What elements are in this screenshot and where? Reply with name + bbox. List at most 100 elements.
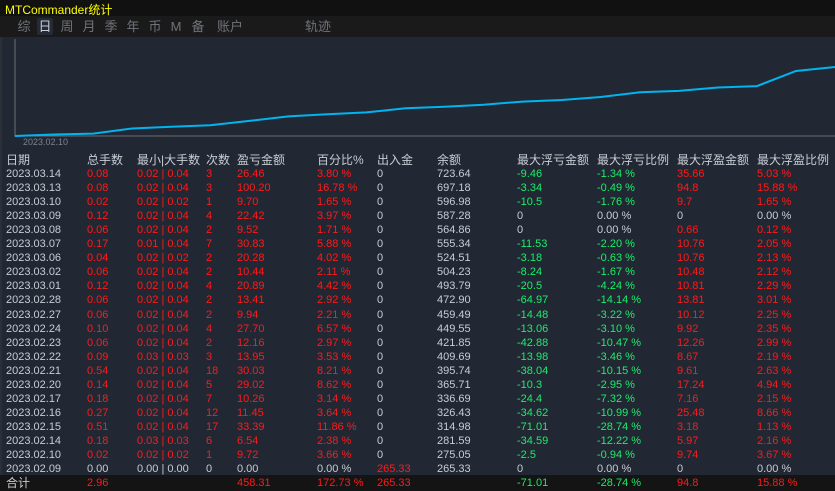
cell: -8.24: [517, 266, 543, 279]
table-row[interactable]: 2023.02.27 0.06 0.02 | 0.04 2 9.94 2.21 % 0 459…: [0, 308, 835, 322]
cell: 2023.03.01: [6, 280, 62, 293]
column-header[interactable]: 最大浮亏金额: [517, 153, 589, 167]
cell: 421.85: [437, 336, 471, 349]
table-header: 日期 总手数 最小|大手数 次数 盈亏金额 百分比% 出入金 余额 最大浮亏金额 最大浮亏比例 最大…: [0, 153, 835, 167]
cell: -0.63 %: [597, 252, 635, 265]
tab-8[interactable]: 备: [191, 18, 205, 35]
cell: 0.02 | 0.04: [137, 364, 189, 377]
table-row[interactable]: 2023.02.14 0.18 0.03 | 0.03 6 6.54 2.38 % 0 281…: [0, 434, 835, 448]
tab-5[interactable]: 年: [126, 18, 140, 35]
tab-9[interactable]: 账户: [216, 18, 244, 35]
cell: 0: [377, 238, 384, 251]
table-row[interactable]: 2023.02.23 0.06 0.02 | 0.04 2 12.16 2.97 % 0 42…: [0, 336, 835, 350]
cell: 2: [206, 336, 213, 349]
cell: 0.02 | 0.02: [137, 252, 189, 265]
tab-10[interactable]: 轨迹: [304, 18, 332, 35]
tab-2[interactable]: 周: [60, 18, 74, 35]
table-row[interactable]: 2023.02.28 0.06 0.02 | 0.04 2 13.41 2.92 % 0 47…: [0, 293, 835, 307]
table-row[interactable]: 2023.02.10 0.02 0.02 | 0.02 1 9.72 3.66 % 0 275…: [0, 448, 835, 462]
cell: 5.03 %: [757, 168, 792, 180]
column-header[interactable]: 总手数: [87, 153, 123, 167]
cell: 0.00 %: [757, 210, 792, 223]
cell: 0: [517, 210, 524, 223]
table-row[interactable]: 2023.03.10 0.02 0.02 | 0.02 1 9.70 1.65 % 0 596…: [0, 195, 835, 209]
cell: 0.12 %: [757, 224, 792, 237]
table-row[interactable]: 2023.02.09 0.00 0.00 | 0.00 0 0.00 0.00 % 265.…: [0, 462, 835, 476]
table-row[interactable]: 2023.02.17 0.18 0.02 | 0.04 7 10.26 3.14 % 0 33…: [0, 392, 835, 406]
tab-1[interactable]: 日: [37, 18, 53, 35]
cell: -10.5: [517, 196, 543, 209]
column-header[interactable]: 百分比%: [317, 153, 364, 167]
column-header[interactable]: 最大浮亏比例: [597, 153, 669, 167]
table-row[interactable]: 2023.03.08 0.06 0.02 | 0.04 2 9.52 1.71 % 0 564…: [0, 223, 835, 237]
table-row[interactable]: 2023.03.02 0.06 0.02 | 0.04 2 10.44 2.11 % 0 50…: [0, 265, 835, 279]
table-row[interactable]: 2023.02.15 0.51 0.02 | 0.04 17 33.39 11.86 % 0…: [0, 420, 835, 434]
cell: 504.23: [437, 266, 471, 279]
cell: 0: [377, 364, 384, 377]
balance-point: [600, 96, 602, 98]
table-row[interactable]: 2023.03.09 0.12 0.02 | 0.04 4 22.42 3.97 % 0 58…: [0, 209, 835, 223]
cell: 365.71: [437, 378, 471, 391]
cell: 2.35 %: [757, 322, 792, 335]
table-row[interactable]: 2023.03.07 0.17 0.01 | 0.04 7 30.83 5.88 % 0 55…: [0, 237, 835, 251]
table-row[interactable]: 2023.03.14 0.08 0.02 | 0.04 3 26.46 3.80 % 0 72…: [0, 167, 835, 181]
column-header[interactable]: 出入金: [377, 153, 413, 167]
cell: 0.17: [87, 238, 109, 251]
table-row[interactable]: 2023.03.13 0.08 0.02 | 0.04 3 100.20 16.78 % 0…: [0, 181, 835, 195]
cell: 314.98: [437, 420, 471, 433]
cell: 8.62 %: [317, 378, 352, 391]
cell: 0.00 %: [317, 463, 352, 476]
table-row[interactable]: 2023.02.22 0.09 0.03 | 0.03 3 13.95 3.53 % 0 40…: [0, 350, 835, 364]
cell: 0: [517, 224, 524, 237]
cell: 11.86 %: [317, 420, 357, 433]
cell: 0: [377, 378, 384, 391]
table-row[interactable]: 2023.02.16 0.27 0.02 | 0.04 12 11.45 3.64 % 0 3…: [0, 406, 835, 420]
cell: 7: [206, 238, 213, 251]
column-header[interactable]: 最大浮盈比例: [757, 153, 829, 167]
column-header[interactable]: 最大浮盈金额: [677, 153, 749, 167]
tab-4[interactable]: 季: [104, 18, 118, 35]
cell: 10.48: [677, 266, 705, 279]
column-header[interactable]: 日期: [6, 153, 30, 167]
column-header[interactable]: 次数: [206, 153, 230, 167]
cell: 0.02 | 0.04: [137, 280, 189, 293]
cell: 12: [206, 406, 219, 419]
cell: 9.61: [677, 364, 699, 377]
cell: -2.20 %: [597, 238, 635, 251]
column-header[interactable]: 盈亏金额: [237, 153, 285, 167]
table-row[interactable]: 2023.02.21 0.54 0.02 | 0.04 18 30.03 8.21 % 0 3…: [0, 364, 835, 378]
tab-6[interactable]: 币: [148, 18, 162, 35]
column-header[interactable]: 余额: [437, 153, 461, 167]
cell: 0: [677, 210, 684, 223]
cell: -14.14 %: [597, 294, 642, 307]
tab-7[interactable]: M: [170, 18, 182, 35]
cell: 0.04: [87, 252, 109, 265]
title-bar: MTCommander统计: [0, 0, 835, 17]
balance-point: [170, 126, 172, 128]
cell: 0.00 | 0.00: [137, 463, 189, 476]
balance-point: [795, 70, 797, 72]
table-row[interactable]: 2023.02.20 0.14 0.02 | 0.04 5 29.02 8.62 % 0 36…: [0, 378, 835, 392]
cell: 0.01 | 0.04: [137, 238, 189, 251]
table-row[interactable]: 2023.03.01 0.12 0.02 | 0.04 4 20.89 4.42 % 0 49…: [0, 279, 835, 293]
cell: 0.00 %: [597, 224, 632, 237]
cell: 395.74: [437, 364, 471, 377]
table-row[interactable]: 2023.02.24 0.10 0.02 | 0.04 4 27.70 6.57 % 0 44…: [0, 322, 835, 336]
cell: 493.79: [437, 280, 471, 293]
cell: 4: [206, 210, 213, 223]
cell: 13.95: [237, 350, 265, 363]
column-header[interactable]: 最小|大手数: [137, 153, 200, 167]
cell: 265.33: [437, 463, 471, 476]
cell: 2023.02.22: [6, 350, 62, 363]
cell: 2: [206, 224, 213, 237]
equity-chart: 2023.02.10: [14, 39, 835, 145]
cell: 2.21 %: [317, 308, 352, 321]
cell: 10.76: [677, 252, 705, 265]
table-row[interactable]: 2023.03.06 0.04 0.02 | 0.02 2 20.28 4.02 % 0 52…: [0, 251, 835, 265]
cell: -0.94 %: [597, 449, 635, 461]
cell: 2.13 %: [757, 252, 792, 265]
tab-0[interactable]: 综: [17, 18, 31, 35]
cell: 12.16: [237, 336, 265, 349]
cell: -7.32 %: [597, 392, 635, 405]
tab-3[interactable]: 月: [82, 18, 96, 35]
